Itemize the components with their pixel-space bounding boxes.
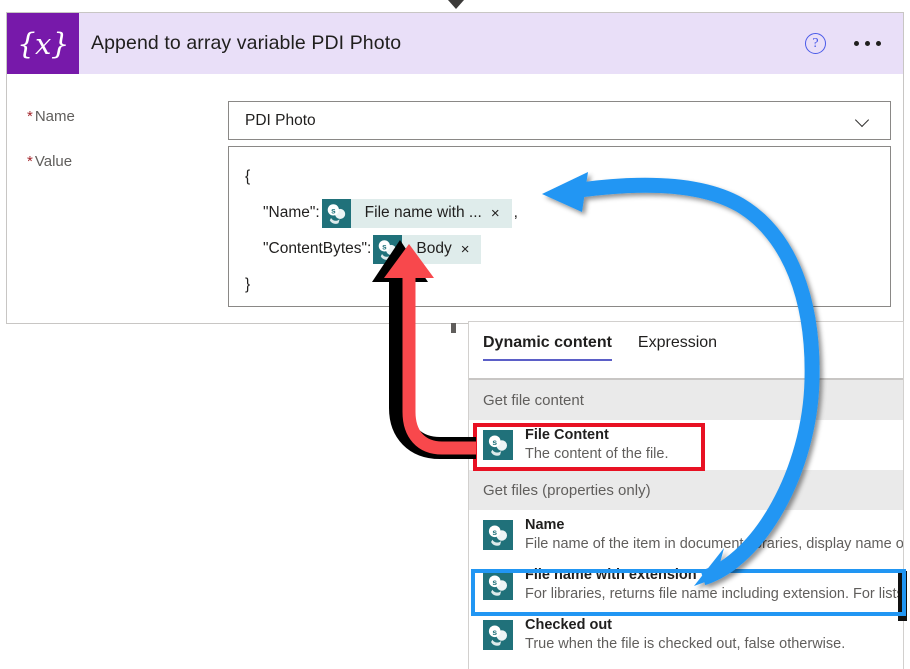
svg-text:s: s [331, 206, 336, 215]
sharepoint-icon: s [483, 430, 513, 460]
dynamic-content-tabs: Dynamic content Expression [469, 322, 903, 378]
list-item-description: File name of the item in document librar… [525, 536, 903, 552]
group-header-get-file-content: Get file content [469, 380, 903, 420]
value-field-label: * Value [27, 153, 72, 170]
sharepoint-icon: s [321, 198, 351, 228]
list-item-texts: File name with extension For libraries, … [513, 566, 903, 604]
close-icon[interactable]: × [461, 242, 482, 257]
dynamic-content-panel: Dynamic content Expression Get file cont… [468, 321, 904, 669]
tab-dynamic-content[interactable]: Dynamic content [483, 334, 612, 361]
required-asterisk: * [27, 153, 33, 170]
list-item-description: For libraries, returns file name includi… [525, 586, 903, 602]
group-header-get-files-properties-only: Get files (properties only) [469, 470, 903, 510]
action-card-header: {x} Append to array variable PDI Photo ? [7, 13, 903, 74]
dot [865, 41, 870, 46]
svg-text:s: s [492, 627, 497, 637]
page-title: Append to array variable PDI Photo [91, 32, 402, 54]
list-item-texts: File Content The content of the file. [513, 426, 668, 464]
name-dropdown[interactable]: PDI Photo [228, 101, 891, 140]
dynamic-token-body[interactable]: s Body × [373, 234, 482, 264]
token-label: Body [416, 240, 452, 257]
header-actions: ? [805, 13, 883, 74]
json-key-contentbytes: "ContentBytes": [263, 240, 372, 257]
list-item-checked-out[interactable]: s Checked out True when the file is chec… [469, 610, 903, 660]
list-item-title: Checked out [525, 617, 613, 633]
close-icon[interactable]: × [491, 206, 512, 221]
value-editor[interactable]: { "Name": s File name with ... × , "Cont… [228, 146, 891, 307]
value-label-text: Value [34, 153, 73, 170]
json-key-name: "Name": [263, 204, 320, 221]
sharepoint-icon: s [373, 234, 403, 264]
list-item-title: File name with extension [525, 567, 697, 583]
dot [854, 41, 859, 46]
list-item-name[interactable]: s Name File name of the item in document… [469, 510, 903, 560]
list-item-title: File Content [525, 427, 609, 443]
name-selected-value: PDI Photo [245, 111, 316, 129]
json-close-brace: } [245, 276, 251, 293]
dynamic-token-file-name-with-extension[interactable]: s File name with ... × [321, 198, 512, 228]
variable-icon: {x} [7, 13, 79, 74]
flow-connector-nub [451, 323, 456, 333]
sharepoint-icon: s [483, 520, 513, 550]
code-line-contentbytes: "ContentBytes": s Body × [245, 231, 890, 267]
more-options-icon[interactable] [852, 35, 883, 52]
name-field-label: * Name [27, 108, 75, 125]
svg-text:s: s [382, 242, 387, 251]
list-item-description: True when the file is checked out, false… [525, 636, 846, 652]
action-card: {x} Append to array variable PDI Photo ?… [6, 12, 904, 324]
required-asterisk: * [27, 108, 33, 125]
json-open-brace: { [245, 168, 251, 185]
tab-expression[interactable]: Expression [638, 334, 717, 361]
sharepoint-icon: s [483, 570, 513, 600]
token-label: File name with ... [364, 204, 482, 221]
chevron-down-icon[interactable] [857, 114, 870, 127]
list-item-texts: Checked out True when the file is checke… [513, 616, 845, 654]
code-line-close: } [245, 267, 890, 303]
svg-text:s: s [492, 437, 497, 447]
code-line-name: "Name": s File name with ... × , [245, 195, 890, 231]
sharepoint-icon: s [483, 620, 513, 650]
list-item-texts: Name File name of the item in document l… [513, 516, 903, 554]
list-item-title: Name [525, 517, 565, 533]
flow-connector-chevron-icon [448, 0, 464, 9]
list-item-file-content[interactable]: s File Content The content of the file. [469, 420, 903, 470]
code-line-open: { [245, 159, 890, 195]
json-comma: , [513, 204, 518, 221]
svg-text:s: s [492, 527, 497, 537]
svg-text:s: s [492, 577, 497, 587]
list-item-description: The content of the file. [525, 446, 669, 462]
name-label-text: Name [34, 108, 75, 125]
help-icon[interactable]: ? [805, 33, 826, 54]
dot [876, 41, 881, 46]
list-item-file-name-with-extension[interactable]: s File name with extension For libraries… [469, 560, 903, 610]
